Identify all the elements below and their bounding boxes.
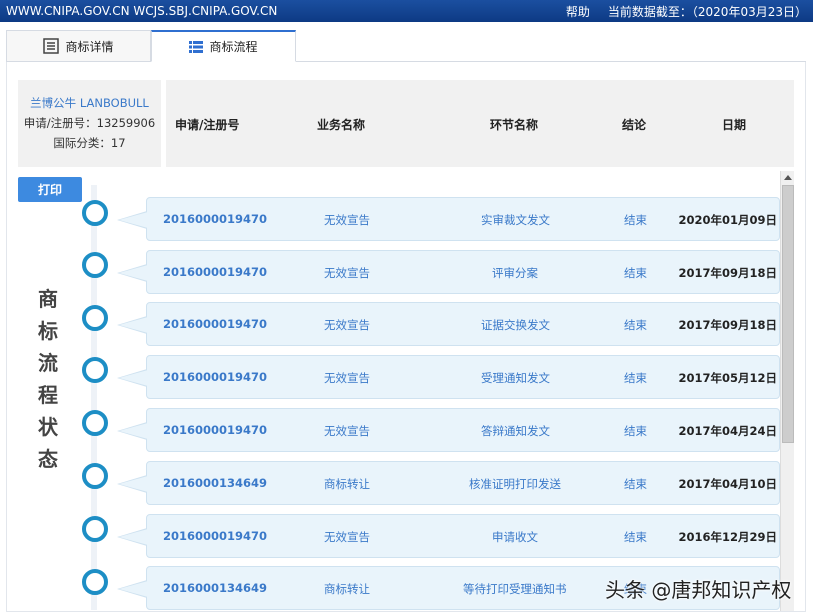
timeline-circle [82, 305, 108, 331]
list-icon [189, 40, 204, 53]
registration-number: 申请/注册号：13259906 [23, 116, 156, 130]
table-row[interactable]: 2016000019470 无效宣告 答辩通知发文 结束 2017年04月24日 [117, 408, 780, 452]
print-button[interactable]: 打印 [18, 177, 82, 202]
top-bar: WWW.CNIPA.GOV.CN WCJS.SBJ.CNIPA.GOV.CN 帮… [0, 0, 813, 22]
timeline-circle [82, 357, 108, 383]
table-row[interactable]: 2016000019470 无效宣告 申请收文 结束 2016年12月29日 [117, 514, 780, 558]
document-icon [43, 38, 60, 54]
col-business: 业务名称 [317, 118, 366, 132]
data-date: 当前数据截至：（2020年03月23日） [607, 4, 807, 19]
col-reg-no: 申请/注册号 [175, 118, 240, 132]
tab-bar: 商标详情 商标流程 [6, 30, 806, 62]
timeline-circle [82, 410, 108, 436]
watermark: 头条 @唐邦知识产权 [605, 578, 792, 602]
col-date: 日期 [722, 118, 747, 132]
scroll-up-icon[interactable] [784, 175, 792, 180]
table-header: 申请/注册号 业务名称 环节名称 结论 日期 [166, 80, 794, 167]
table-row[interactable]: 2016000019470 无效宣告 实审裁文发文 结束 2020年01月09日 [117, 197, 780, 241]
timeline-circle [82, 252, 108, 278]
vertical-scrollbar[interactable] [780, 171, 794, 611]
table-row[interactable]: 2016000134649 商标转让 核准证明打印发送 结束 2017年04月1… [117, 461, 780, 505]
table-row[interactable]: 2016000019470 无效宣告 受理通知发文 结束 2017年05月12日 [117, 355, 780, 399]
tab-trademark-flow[interactable]: 商标流程 [151, 30, 296, 62]
col-step: 环节名称 [490, 118, 539, 132]
trademark-info: 兰博公牛 LANBOBULL 申请/注册号：13259906 国际分类：17 [18, 80, 161, 167]
timeline-circle [82, 200, 108, 226]
table-row[interactable]: 2016000019470 无效宣告 评审分案 结束 2017年09月18日 [117, 250, 780, 294]
scroll-thumb[interactable] [782, 185, 794, 443]
help-link[interactable]: 帮助 [566, 3, 590, 20]
timeline-line [91, 185, 97, 610]
international-class: 国际分类：17 [53, 136, 126, 150]
tab-label: 商标流程 [209, 40, 258, 54]
timeline-circle [82, 463, 108, 489]
table-row[interactable]: 2016000019470 无效宣告 证据交换发文 结束 2017年09月18日 [117, 302, 780, 346]
tab-trademark-detail[interactable]: 商标详情 [6, 30, 151, 62]
vertical-title: 商 标 流 程 状 态 [38, 287, 58, 471]
tab-label: 商标详情 [65, 39, 114, 54]
col-result: 结论 [622, 118, 647, 132]
timeline-circle [82, 516, 108, 542]
site-urls: WWW.CNIPA.GOV.CN WCJS.SBJ.CNIPA.GOV.CN [6, 4, 278, 18]
trademark-name: 兰博公牛 LANBOBULL [30, 96, 149, 110]
timeline-circle [82, 569, 108, 595]
